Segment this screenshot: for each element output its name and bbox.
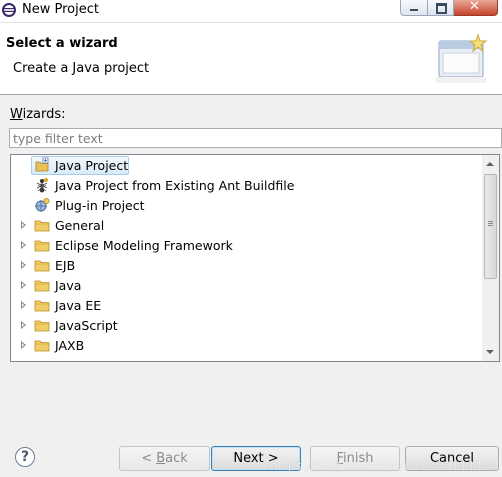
folder-icon (34, 240, 50, 252)
scroll-down-arrow-icon[interactable] (486, 350, 494, 354)
tree-item-label: Java EE (55, 298, 102, 313)
tree-item-label: JAXB (55, 338, 85, 353)
maximize-button[interactable] (428, 0, 454, 16)
wizard-tree: Java Project Java Project from Existing … (10, 154, 500, 362)
back-button[interactable]: < Back (119, 446, 210, 471)
tree-item-plugin-project[interactable]: Plug-in Project (11, 195, 481, 215)
back-label-mnemonic: B (156, 451, 166, 466)
window-controls: ✕ (400, 0, 498, 16)
close-icon: ✕ (469, 0, 480, 14)
tree-item-java-project-ant[interactable]: Java Project from Existing Ant Buildfile (11, 175, 481, 195)
expand-arrow-icon[interactable] (21, 301, 26, 309)
tree-item-label: Java (55, 278, 82, 293)
title-bar: New Project ✕ (0, 0, 502, 23)
java-project-icon (35, 157, 49, 172)
cancel-button[interactable]: Cancel (405, 446, 499, 471)
folder-icon (34, 260, 50, 272)
tree-item-emf[interactable]: Eclipse Modeling Framework (11, 235, 481, 255)
expand-arrow-icon[interactable] (21, 241, 26, 249)
help-button[interactable]: ? (15, 447, 35, 467)
back-label-prefix: < (141, 451, 157, 466)
expand-arrow-icon[interactable] (21, 221, 26, 229)
folder-icon (34, 220, 50, 232)
wizard-header: Select a wizard Create a Java project (0, 23, 502, 95)
minimize-button[interactable] (400, 0, 428, 16)
tree-item-jaxb[interactable]: JAXB (11, 335, 481, 355)
back-label-rest: ack (165, 451, 188, 466)
next-button[interactable]: Next > (211, 446, 301, 471)
ant-icon (36, 178, 48, 193)
next-label: Next > (233, 451, 279, 466)
tree-item-java-project[interactable]: Java Project (11, 155, 481, 175)
tree-item-label: General (55, 218, 105, 233)
tree-item-ejb[interactable]: EJB (11, 255, 481, 275)
new-wizard-banner-icon (436, 33, 488, 83)
tree-item-label: EJB (55, 258, 76, 273)
plugin-icon (35, 198, 50, 212)
filter-input[interactable] (9, 128, 502, 148)
wizard-content: Wizards: Java Project (0, 95, 502, 425)
wizards-label: Wizards: (10, 107, 66, 122)
header-description: Create a Java project (13, 61, 150, 76)
finish-button[interactable]: Finish (310, 446, 400, 471)
close-button[interactable]: ✕ (454, 0, 498, 16)
cancel-label: Cancel (429, 451, 475, 466)
header-title: Select a wizard (6, 36, 118, 51)
finish-label-rest: inish (343, 451, 374, 466)
wizard-tree-list: Java Project Java Project from Existing … (11, 155, 481, 355)
tree-item-label: Eclipse Modeling Framework (55, 238, 233, 253)
tree-item-label: JavaScript (55, 318, 118, 333)
window-title: New Project (22, 2, 99, 17)
tree-item-java-ee[interactable]: Java EE (11, 295, 481, 315)
tree-item-java[interactable]: Java (11, 275, 481, 295)
expand-arrow-icon[interactable] (21, 281, 26, 289)
expand-arrow-icon[interactable] (21, 321, 26, 329)
folder-icon (34, 280, 50, 292)
expand-arrow-icon[interactable] (21, 261, 26, 269)
tree-item-label: Java Project (55, 158, 129, 173)
folder-icon (34, 320, 50, 332)
vertical-scrollbar[interactable] (482, 155, 499, 361)
folder-icon (34, 340, 50, 352)
scrollbar-thumb[interactable] (484, 174, 497, 279)
eclipse-app-icon (2, 3, 16, 17)
tree-item-javascript[interactable]: JavaScript (11, 315, 481, 335)
wizards-label-mnemonic: W (10, 107, 23, 122)
tree-item-general[interactable]: General (11, 215, 481, 235)
scroll-up-arrow-icon[interactable] (486, 162, 494, 166)
wizards-label-text: izards: (22, 107, 66, 122)
folder-icon (34, 300, 50, 312)
maximize-icon (436, 3, 447, 14)
help-icon: ? (20, 449, 30, 465)
tree-item-label: Plug-in Project (55, 198, 145, 213)
minimize-icon (410, 9, 418, 11)
tree-item-label: Java Project from Existing Ant Buildfile (55, 178, 295, 193)
grip-icon (488, 221, 493, 222)
expand-arrow-icon[interactable] (21, 341, 26, 349)
